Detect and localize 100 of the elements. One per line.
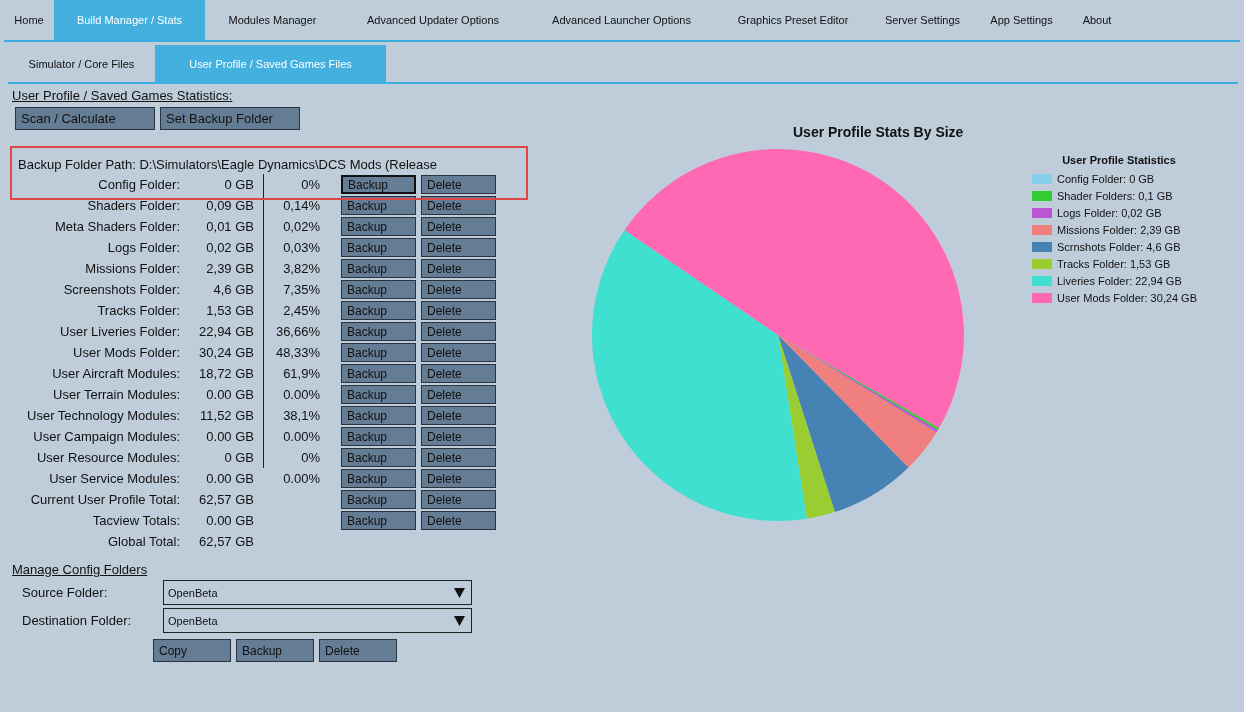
size-value: 0.00 GB	[205, 513, 254, 528]
backup-button[interactable]: Backup	[341, 322, 416, 341]
size-value: 0 GB	[223, 177, 254, 192]
backup-button[interactable]: Backup	[341, 427, 416, 446]
backup-button[interactable]: Backup	[341, 343, 416, 362]
nav-tab[interactable]: Home	[4, 0, 54, 40]
backup-button[interactable]: Backup	[341, 490, 416, 509]
legend-label: Logs Folder: 0,02 GB	[1057, 206, 1162, 219]
size-value: 11,52 GB	[199, 408, 254, 423]
section-heading: User Profile / Saved Games Statistics:	[12, 88, 233, 103]
nav-tab[interactable]: Advanced Launcher Options	[526, 0, 717, 40]
action-button[interactable]: Set Backup Folder	[160, 107, 300, 130]
caret-icon	[454, 587, 465, 598]
section-heading: Manage Config Folders	[12, 562, 148, 577]
delete-button[interactable]: Delete	[421, 280, 496, 299]
size-value: 18,72 GB	[198, 366, 254, 381]
legend-label: Missions Folder: 2,39 GB	[1057, 223, 1181, 236]
delete-button[interactable]: Delete	[421, 385, 496, 404]
backup-button[interactable]: Backup	[341, 238, 416, 257]
percent-value: 38,1%	[282, 408, 320, 423]
size-value: 1,53 GB	[205, 303, 254, 318]
nav-tab[interactable]: Build Manager / Stats	[54, 0, 205, 40]
field-label: Source Folder:	[22, 585, 109, 600]
backup-button[interactable]: Backup	[341, 448, 416, 467]
size-value: 4,6 GB	[212, 282, 254, 297]
folder-label: Meta Shaders Folder:	[54, 219, 180, 234]
percent-value: 48,33%	[274, 345, 320, 360]
delete-button[interactable]: Delete	[421, 217, 496, 236]
percent-value: 0.00%	[282, 429, 320, 444]
folder-label: User Terrain Modules:	[52, 387, 180, 402]
sub-tab[interactable]: Simulator / Core Files	[8, 45, 155, 82]
folder-label: Tracks Folder:	[96, 303, 180, 318]
folder-dropdown[interactable]: OpenBeta	[163, 608, 472, 633]
folder-label: Screenshots Folder:	[62, 282, 180, 297]
percent-value: 61,9%	[282, 366, 320, 381]
percent-value: 0%	[300, 177, 320, 192]
nav-tab[interactable]: Advanced Updater Options	[340, 0, 526, 40]
backup-button[interactable]: Backup	[341, 385, 416, 404]
size-value: 2,39 GB	[205, 261, 254, 276]
delete-button[interactable]: Delete	[421, 427, 496, 446]
action-button[interactable]: Backup	[236, 639, 314, 662]
legend-label: Shader Folders: 0,1 GB	[1057, 189, 1173, 202]
legend-label: Tracks Folder: 1,53 GB	[1057, 257, 1171, 270]
folder-label: Missions Folder:	[84, 261, 180, 276]
folder-label: Logs Folder:	[106, 240, 180, 255]
delete-button[interactable]: Delete	[421, 469, 496, 488]
action-button[interactable]: Delete	[319, 639, 397, 662]
folder-label: Tacview Totals:	[91, 513, 180, 528]
delete-button[interactable]: Delete	[421, 301, 496, 320]
folder-label: Global Total:	[106, 534, 180, 549]
folder-dropdown[interactable]: OpenBeta	[163, 580, 472, 605]
nav-tab[interactable]: Server Settings	[869, 0, 976, 40]
folder-label: User Mods Folder:	[72, 345, 180, 360]
percent-value: 0%	[300, 450, 320, 465]
action-button[interactable]: Copy	[153, 639, 231, 662]
delete-button[interactable]: Delete	[421, 406, 496, 425]
size-value: 62,57 GB	[198, 492, 254, 507]
legend-label: Config Folder: 0 GB	[1057, 172, 1155, 185]
backup-button[interactable]: Backup	[341, 280, 416, 299]
backup-button[interactable]: Backup	[341, 259, 416, 278]
backup-button[interactable]: Backup	[341, 301, 416, 320]
delete-button[interactable]: Delete	[421, 322, 496, 341]
delete-button[interactable]: Delete	[421, 364, 496, 383]
size-value: 0 GB	[223, 450, 254, 465]
backup-button[interactable]: Backup	[341, 469, 416, 488]
delete-button[interactable]: Delete	[421, 448, 496, 467]
delete-button[interactable]: Delete	[421, 175, 496, 194]
sub-tab[interactable]: User Profile / Saved Games Files	[155, 45, 386, 82]
nav-tab[interactable]: Graphics Preset Editor	[717, 0, 869, 40]
percent-value: 2,45%	[282, 303, 320, 318]
size-value: 22,94 GB	[198, 324, 254, 339]
nav-tab[interactable]: Modules Manager	[205, 0, 340, 40]
backup-button[interactable]: Backup	[341, 511, 416, 530]
size-value: 62,57 GB	[198, 534, 254, 549]
folder-label: User Campaign Modules:	[32, 429, 180, 444]
size-value: 0.00 GB	[205, 387, 254, 402]
delete-button[interactable]: Delete	[421, 259, 496, 278]
delete-button[interactable]: Delete	[421, 238, 496, 257]
percent-value: 7,35%	[282, 282, 320, 297]
delete-button[interactable]: Delete	[421, 343, 496, 362]
backup-path-text: Backup Folder Path: D:\Simulators\Eagle Dynamics\DCS Mods (Release	[18, 157, 439, 172]
size-value: 0,09 GB	[205, 198, 254, 213]
field-label: Destination Folder:	[22, 613, 133, 628]
backup-button[interactable]: Backup	[341, 406, 416, 425]
backup-button[interactable]: Backup	[341, 217, 416, 236]
action-button[interactable]: Scan / Calculate	[15, 107, 155, 130]
legend-label: Scrnshots Folder: 4,6 GB	[1057, 240, 1181, 253]
folder-label: User Resource Modules:	[35, 450, 180, 465]
folder-label: Shaders Folder:	[86, 198, 180, 213]
percent-value: 0,14%	[282, 198, 320, 213]
legend-title: User Profile Statistics	[1061, 154, 1177, 166]
delete-button[interactable]: Delete	[421, 511, 496, 530]
backup-button[interactable]: Backup	[341, 364, 416, 383]
nav-tab[interactable]: App Settings	[976, 0, 1067, 40]
delete-button[interactable]: Delete	[421, 490, 496, 509]
nav-tab[interactable]: About	[1067, 0, 1127, 40]
size-value: 0.00 GB	[205, 471, 254, 486]
backup-button[interactable]: Backup	[341, 175, 416, 194]
folder-label: User Liveries Folder:	[59, 324, 180, 339]
percent-value: 0.00%	[282, 471, 320, 486]
